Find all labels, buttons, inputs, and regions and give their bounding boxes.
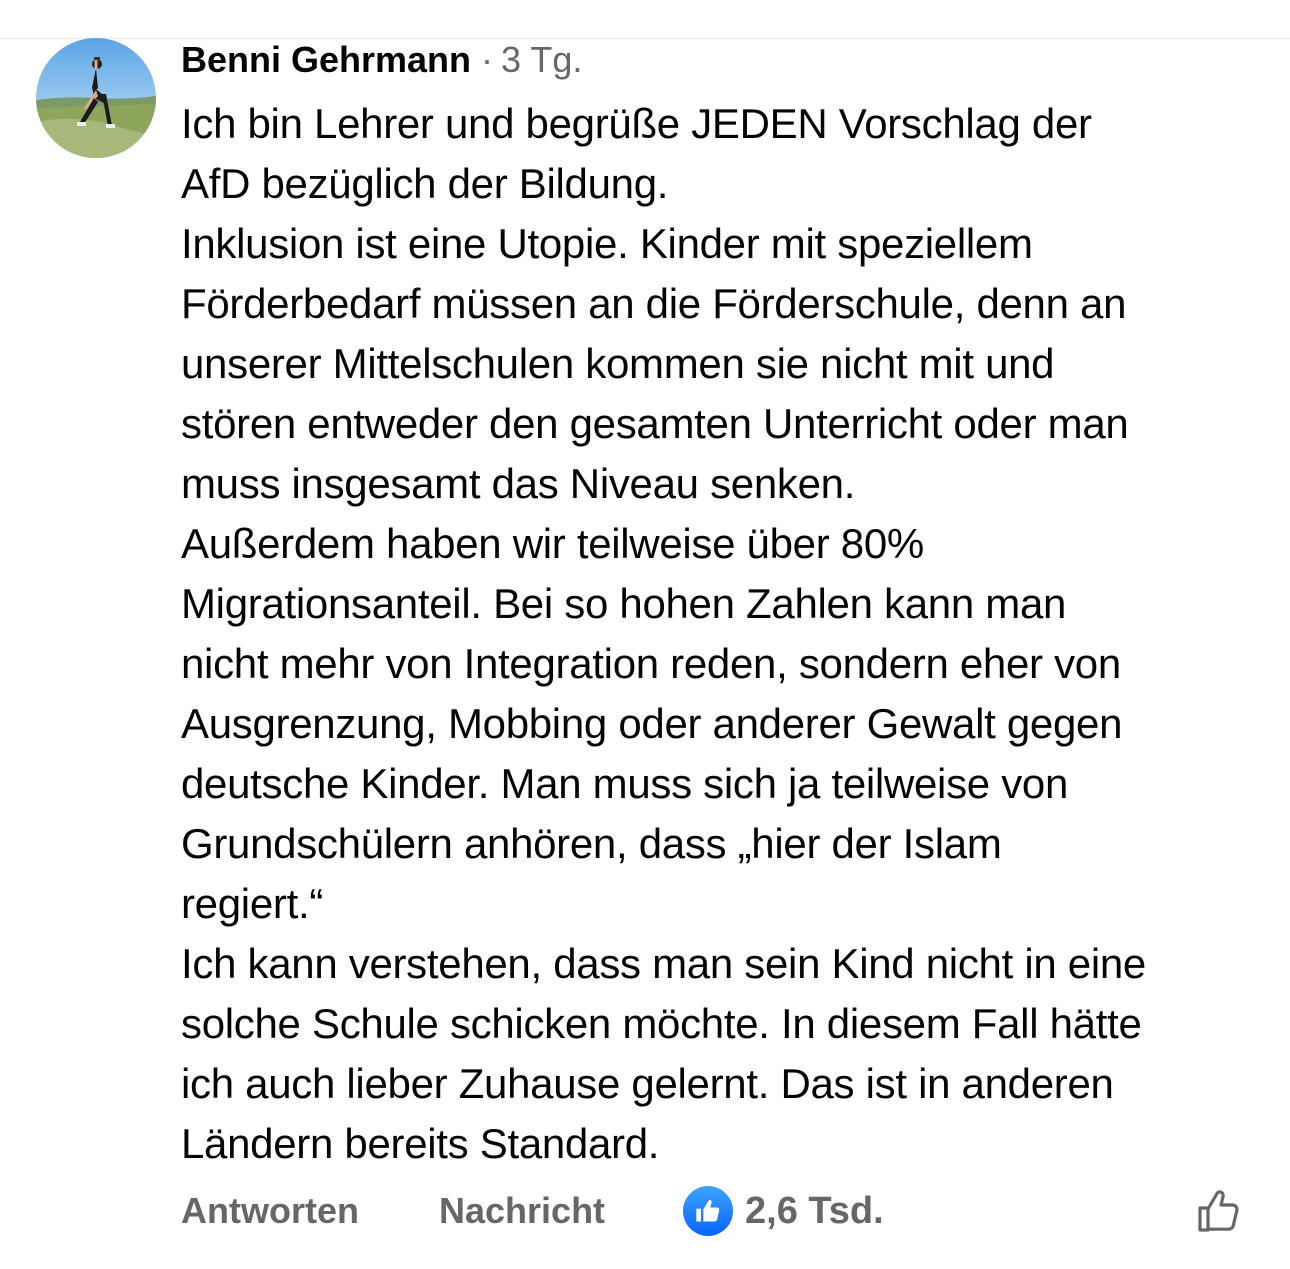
comment: Benni Gehrmann · 3 Tg. Ich bin Lehrer und … xyxy=(181,34,1271,1174)
header-separator: · xyxy=(481,39,494,80)
thumbs-up-outline-icon xyxy=(1198,1190,1239,1232)
comment-text-line: Ländern bereits Standard. xyxy=(181,1120,660,1167)
comment-text: Ich bin Lehrer und begrüße JEDEN Vorschl… xyxy=(181,94,1271,1174)
like-button[interactable] xyxy=(1191,1183,1247,1239)
comment-text-line: Ich kann verstehen, dass man sein Kind n… xyxy=(181,940,1146,987)
reaction-summary[interactable]: 2,6 Tsd. xyxy=(683,1183,884,1239)
comment-text-line: Außerdem haben wir teilweise über 80% xyxy=(181,520,924,567)
comment-timestamp[interactable]: 3 Tg. xyxy=(501,39,582,80)
comment-text-line: nicht mehr von Integration reden, sonder… xyxy=(181,640,1121,687)
comment-text-line: Inklusion ist eine Utopie. Kinder mit sp… xyxy=(181,220,1033,267)
like-icon xyxy=(683,1186,733,1236)
reaction-count: 2,6 Tsd. xyxy=(745,1190,884,1232)
comment-text-line: ich auch lieber Zuhause gelernt. Das ist… xyxy=(181,1060,1114,1107)
avatar[interactable] xyxy=(36,38,156,158)
comment-text-line: regiert.“ xyxy=(181,880,324,927)
comment-text-line: Grundschülern anhören, dass „hier der Is… xyxy=(181,820,1002,867)
reply-button[interactable]: Antworten xyxy=(181,1183,359,1239)
comment-text-line: Migrationsanteil. Bei so hohen Zahlen ka… xyxy=(181,580,1067,627)
comment-text-line: stören entweder den gesamten Unterricht … xyxy=(181,400,1129,447)
comment-text-line: Ich bin Lehrer und begrüße JEDEN Vorschl… xyxy=(181,100,1092,147)
message-button[interactable]: Nachricht xyxy=(439,1183,605,1239)
comment-text-line: Ausgrenzung, Mobbing oder anderer Gewalt… xyxy=(181,700,1123,747)
author-name[interactable]: Benni Gehrmann xyxy=(181,39,471,80)
comment-header: Benni Gehrmann · 3 Tg. xyxy=(181,34,1271,86)
comment-text-line: unserer Mittelschulen kommen sie nicht m… xyxy=(181,340,1055,387)
comment-text-line: solche Schule schicken möchte. In diesem… xyxy=(181,1000,1142,1047)
comment-text-line: deutsche Kinder. Man muss sich ja teilwe… xyxy=(181,760,1069,807)
comment-text-line: Förderbedarf müssen an die Förderschule,… xyxy=(181,280,1127,327)
comment-text-line: AfD bezüglich der Bildung. xyxy=(181,160,669,207)
comment-text-line: muss insgesamt das Niveau senken. xyxy=(181,460,856,507)
avatar-photo xyxy=(36,38,156,158)
comment-actions: Antworten Nachricht 2,6 Tsd. xyxy=(181,1183,1251,1239)
